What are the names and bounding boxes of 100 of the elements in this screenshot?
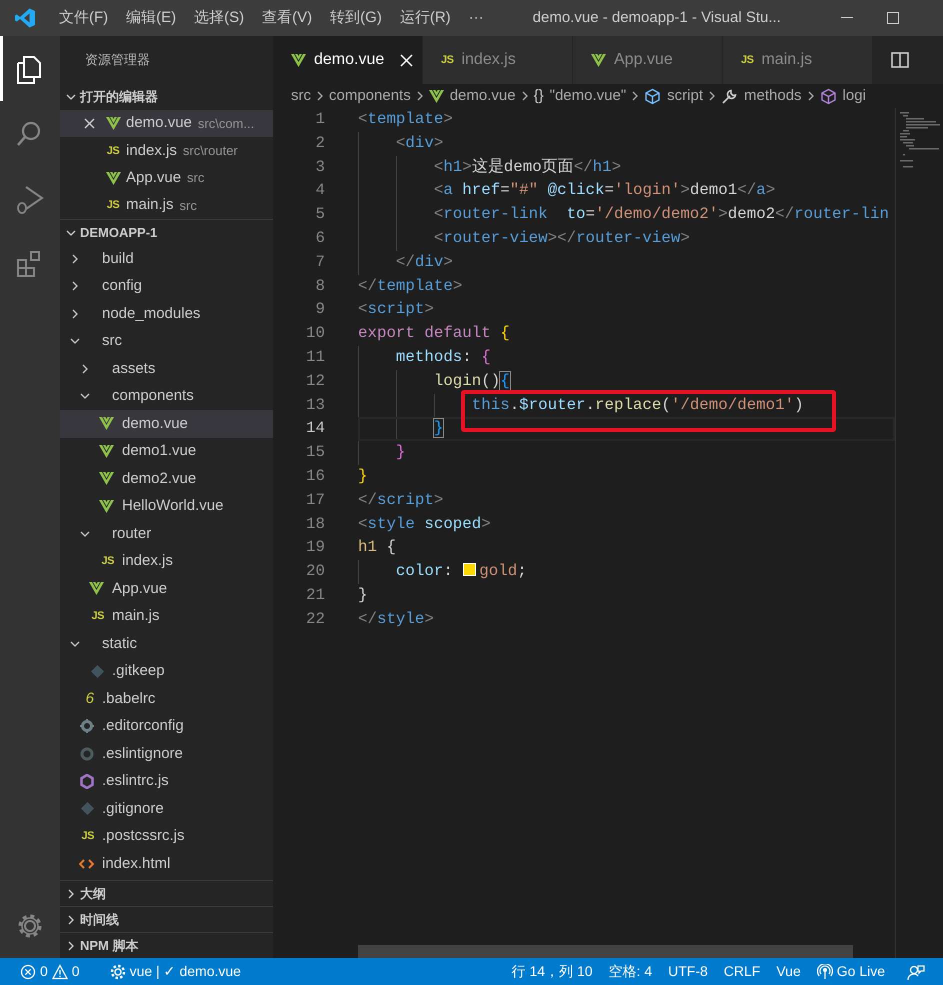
menu-item[interactable]: 选择(S) (185, 6, 254, 30)
open-editor-item[interactable]: JS index.js src\router (60, 137, 273, 165)
minimize-icon[interactable] (841, 17, 853, 19)
breadcrumb-item[interactable]: script (667, 84, 703, 108)
file-item[interactable]: .eslintrc.js (60, 768, 273, 796)
chevron-down-icon[interactable] (70, 336, 80, 346)
chevron-down-icon[interactable] (80, 528, 90, 539)
chevron-right-icon[interactable] (70, 281, 80, 292)
file-item[interactable]: 6 .babelrc (60, 685, 273, 713)
broadcast-icon[interactable] (816, 964, 833, 980)
breadcrumb-separator-icon (630, 91, 640, 101)
status-item[interactable]: vue | ✓ demo.vue (102, 961, 249, 982)
editor-tab[interactable]: JS index.js (423, 36, 573, 84)
file-item[interactable]: .gitignore (60, 795, 273, 823)
close-icon[interactable] (84, 118, 95, 130)
section-header[interactable]: 打开的编辑器 (60, 84, 273, 110)
chevron-right-icon[interactable] (70, 308, 80, 319)
code-line: methods: { (394, 346, 492, 368)
file-name: index.js (126, 140, 177, 161)
open-editor-item[interactable]: JS main.js src (60, 192, 273, 220)
line-number: 17 (306, 490, 325, 509)
chevron-right-icon[interactable] (66, 888, 76, 898)
breadcrumb-item[interactable]: "demo.vue" (550, 84, 626, 108)
color-swatch[interactable] (463, 563, 476, 576)
folder-item[interactable]: components (60, 382, 273, 410)
chevron-right-icon[interactable] (70, 254, 80, 264)
status-item[interactable]: 行 14，列 10 (504, 961, 601, 982)
vue-icon (99, 444, 114, 458)
file-item[interactable]: .eslintignore (60, 740, 273, 768)
file-item[interactable]: demo2.vue (60, 465, 273, 493)
file-item[interactable]: demo1.vue (60, 438, 273, 466)
file-name: main.js (126, 195, 174, 216)
js-icon: JS (92, 608, 104, 625)
folder-item[interactable]: router (60, 520, 273, 548)
folder-item[interactable]: assets (60, 355, 273, 383)
feedback-icon[interactable] (907, 964, 925, 980)
vue-icon (106, 117, 120, 130)
folder-item[interactable]: src (60, 328, 273, 356)
status-item[interactable]: Go Live (808, 961, 893, 982)
status-item[interactable]: CRLF (716, 961, 768, 982)
split-editor-icon[interactable] (891, 52, 909, 68)
file-item[interactable]: .gitkeep (60, 658, 273, 686)
menu-item[interactable]: 查看(V) (253, 6, 322, 30)
menu-item[interactable]: 文件(F) (50, 6, 118, 30)
file-item[interactable]: JS index.js (60, 548, 273, 576)
file-path: src\router (182, 142, 238, 160)
file-item[interactable]: App.vue (60, 575, 273, 603)
folder-item[interactable]: config (60, 272, 273, 300)
chevron-down-icon[interactable] (66, 228, 76, 238)
menu-item[interactable]: 运行(R) (390, 6, 460, 30)
breadcrumb-item[interactable]: methods (744, 84, 802, 108)
code-line: <template> (358, 109, 454, 130)
horizontal-scrollbar[interactable] (358, 945, 853, 958)
status-item[interactable]: Vue (768, 961, 809, 982)
more-menu-button[interactable]: ··· (460, 6, 493, 30)
chevron-down-icon[interactable] (80, 391, 90, 402)
breadcrumb-item[interactable]: logi (842, 84, 866, 108)
folder-item[interactable]: node_modules (60, 300, 273, 328)
chevron-down-icon[interactable] (66, 92, 76, 102)
warning-icon[interactable] (52, 964, 68, 980)
chevron-down-icon[interactable] (70, 638, 80, 649)
code-line: } (358, 584, 368, 606)
breadcrumb-item[interactable]: demo.vue (450, 84, 516, 108)
chevron-right-icon[interactable] (66, 940, 76, 950)
status-item[interactable]: 0 (12, 961, 48, 982)
editor-tab[interactable]: demo.vue (273, 36, 423, 84)
line-number: 20 (306, 562, 325, 580)
status-item[interactable]: UTF-8 (660, 961, 716, 982)
editor-tab[interactable]: App.vue (573, 36, 723, 84)
editor-tab[interactable]: JS main.js (723, 36, 873, 84)
file-item[interactable]: JS .postcssrc.js (60, 822, 273, 850)
gear-icon[interactable] (110, 964, 126, 980)
file-item[interactable]: index.html (60, 850, 273, 878)
file-item[interactable]: HelloWorld.vue (60, 492, 273, 520)
breadcrumb-item[interactable]: src (291, 84, 311, 108)
file-item[interactable]: JS main.js (60, 602, 273, 630)
line-number: 13 (306, 396, 325, 414)
breadcrumb-item[interactable]: components (329, 84, 411, 108)
section-title: 时间线 (80, 910, 119, 929)
chevron-right-icon[interactable] (80, 364, 90, 374)
open-editor-item[interactable]: demo.vue src\com... (60, 110, 273, 138)
code-line: h1 { (358, 537, 397, 558)
folder-item[interactable]: build (60, 245, 273, 273)
code-line: <style scoped> (358, 514, 492, 535)
code-icon (79, 858, 94, 870)
menu-item[interactable]: 编辑(E) (117, 6, 186, 30)
js-icon: JS (106, 197, 120, 214)
window-title: demo.vue - demoapp-1 - Visual Stu... (532, 8, 781, 28)
code-line: <router-link to='/demo/demo2'>demo2</router-lin (432, 204, 890, 226)
open-editor-item[interactable]: App.vue src (60, 164, 273, 192)
menu-item[interactable]: 转到(G) (321, 6, 391, 30)
error-icon[interactable] (20, 964, 36, 980)
status-item[interactable]: 0 (48, 961, 88, 982)
file-item[interactable]: .editorconfig (60, 712, 273, 740)
line-number: 5 (316, 205, 325, 224)
folder-item[interactable]: static (60, 630, 273, 658)
status-item[interactable]: 空格: 4 (600, 961, 660, 982)
chevron-right-icon[interactable] (66, 914, 76, 924)
file-item[interactable]: demo.vue (60, 410, 273, 438)
maximize-icon[interactable] (887, 12, 899, 24)
